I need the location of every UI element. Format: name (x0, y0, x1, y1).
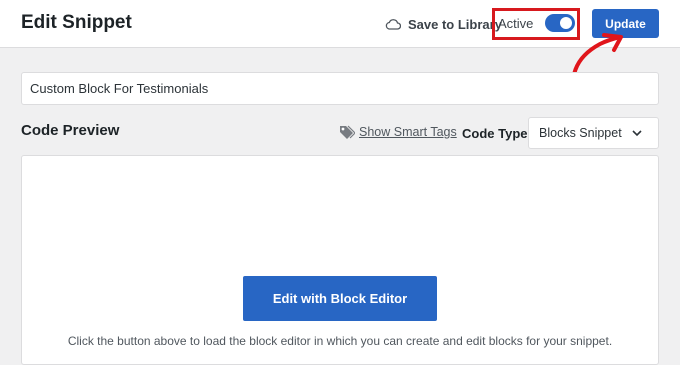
tag-icon (340, 125, 355, 139)
smart-tags-label: Show Smart Tags (359, 125, 457, 139)
code-type-label: Code Type (462, 126, 528, 141)
editor-help-text: Click the button above to load the block… (67, 334, 613, 348)
cloud-icon (385, 19, 401, 30)
edit-with-block-editor-button[interactable]: Edit with Block Editor (243, 276, 437, 321)
show-smart-tags-link[interactable]: Show Smart Tags (339, 125, 457, 139)
save-to-library-button[interactable]: Save to Library (385, 14, 502, 34)
active-toggle[interactable] (545, 14, 575, 32)
snippet-title-input[interactable]: Custom Block For Testimonials (21, 72, 659, 105)
page-title: Edit Snippet (21, 12, 132, 33)
code-type-select[interactable]: Blocks Snippet (528, 117, 659, 149)
code-type-value: Blocks Snippet (539, 126, 622, 140)
toggle-knob (560, 17, 572, 29)
chevron-down-icon (632, 130, 642, 137)
save-to-library-label: Save to Library (408, 16, 502, 32)
code-preview-heading: Code Preview (21, 122, 120, 139)
active-label: Active (498, 16, 534, 31)
